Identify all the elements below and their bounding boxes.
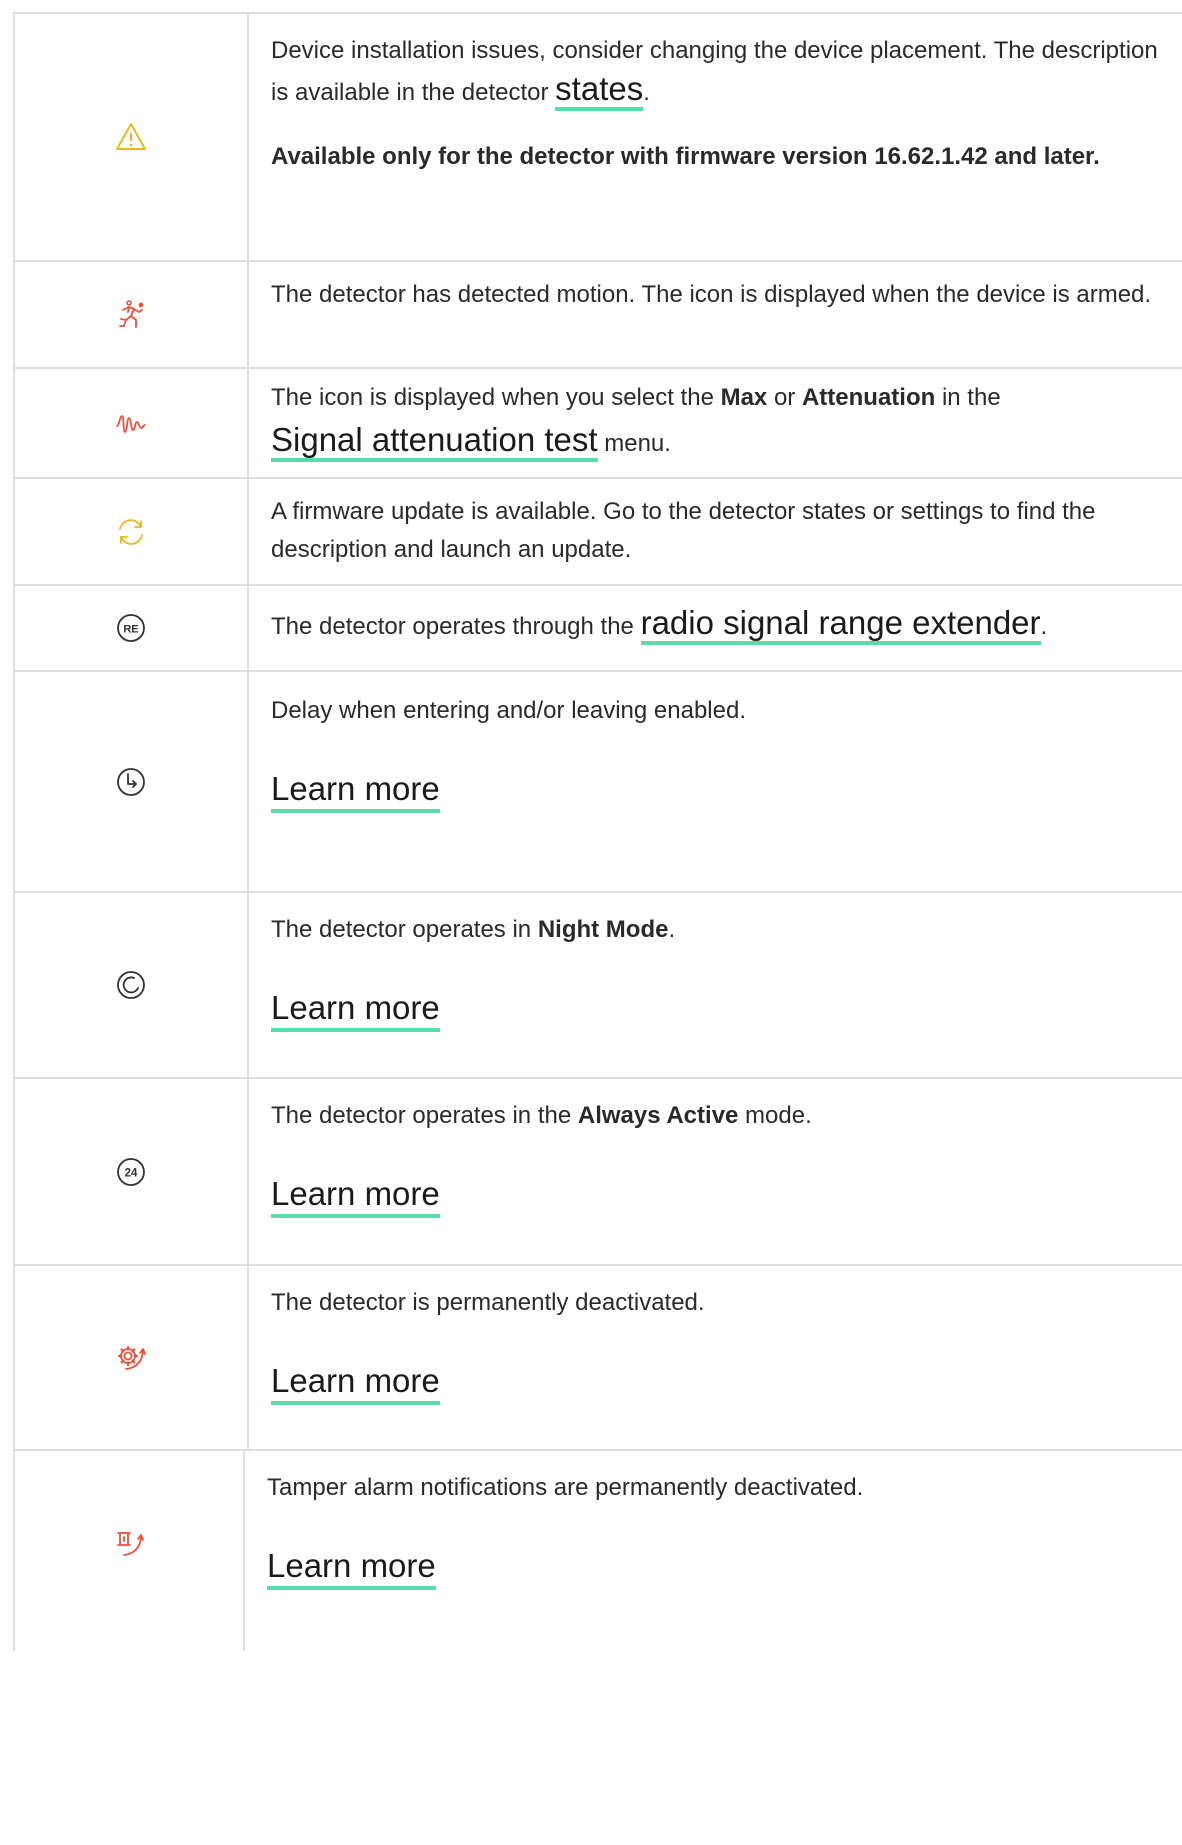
max-label: Max [720,384,768,411]
description: The detector operates in Night Mode. [271,911,1172,949]
description-cell: The detector is permanently deactivated.… [249,1266,1182,1449]
device-icons-table: Device installation issues, consider cha… [13,12,1182,1651]
table-row: Tamper alarm notifications are permanent… [13,1451,1182,1651]
range-extender-re-icon: RE [117,614,145,642]
icon-cell [13,262,249,367]
learn-more-link[interactable]: Learn more [271,989,440,1032]
description-text: The icon is displayed when you select th… [271,384,721,411]
range-extender-link[interactable]: radio signal range extender [640,604,1041,645]
learn-more-wrap: Learn more [271,1362,1172,1405]
icon-cell [13,479,249,584]
firmware-note: Available only for the detector with fir… [271,138,1172,176]
icon-cell: 24 [13,1079,249,1264]
description: A firmware update is available. Go to th… [271,498,1096,563]
tamper-deactivated-icon [117,1532,144,1556]
description-text: The detector operates in the [271,1102,578,1129]
permanently-deactivated-gear-icon [117,1345,146,1370]
description-cell: Delay when entering and/or leaving enabl… [249,672,1182,891]
states-link[interactable]: states [555,70,644,111]
always-active-label-text: Always Active [577,1102,739,1129]
description-cell: The icon is displayed when you select th… [249,369,1182,477]
description-cell: The detector has detected motion. The ic… [249,262,1182,367]
icon-cell [13,14,249,260]
description-text: Device installation issues, consider cha… [271,37,1158,106]
table-row: The detector operates in Night Mode. Lea… [13,893,1182,1079]
table-row: 24 The detector operates in the Always A… [13,1079,1182,1266]
warning-triangle-icon [116,123,146,150]
table-row: Delay when entering and/or leaving enabl… [13,672,1182,893]
description-cell: The detector operates through the radio … [249,586,1182,670]
night-mode-icon [117,971,145,999]
description-text: The detector operates in [271,916,538,943]
description: The detector is permanently deactivated. [271,1289,705,1316]
table-row: RE The detector operates through the rad… [13,586,1182,672]
re-label: RE [123,624,138,636]
description-text-end: . [1040,613,1048,640]
description-text-end: menu. [597,430,671,457]
description-text: The detector operates through the [271,613,641,640]
table-row: The icon is displayed when you select th… [13,369,1182,479]
description-cell: The detector operates in the Always Acti… [249,1079,1182,1264]
learn-more-link[interactable]: Learn more [267,1547,436,1590]
learn-more-link[interactable]: Learn more [271,1175,440,1218]
firmware-update-icon [119,518,143,545]
table-row: A firmware update is available. Go to th… [13,479,1182,586]
description: Delay when entering and/or leaving enabl… [271,697,746,724]
description-line-2: Signal attenuation test menu. [271,421,1172,463]
description-cell: The detector operates in Night Mode. Lea… [249,893,1182,1077]
signal-wave-icon [116,415,146,433]
description-cell: Tamper alarm notifications are permanent… [245,1451,1182,1651]
learn-more-wrap: Learn more [271,1175,1172,1218]
description-text-end: mode. [738,1102,812,1129]
always-active-label: 24 [125,1167,138,1179]
firmware-note-text: Available only for the detector with fir… [271,143,1100,170]
night-mode-label: Night Mode [537,916,669,943]
description-text-end: . [668,916,676,943]
icon-cell [13,1266,249,1449]
description: The icon is displayed when you select th… [271,379,1172,417]
description: The detector operates in the Always Acti… [271,1097,1172,1135]
learn-more-wrap: Learn more [271,989,1172,1032]
icon-cell: RE [13,586,249,670]
table-row: The detector has detected motion. The ic… [13,262,1182,369]
icon-cell [13,1451,245,1651]
learn-more-link[interactable]: Learn more [271,770,440,813]
learn-more-wrap: Learn more [271,770,1172,813]
description-text-end: . [643,79,650,106]
signal-attenuation-test-link[interactable]: Signal attenuation test [271,421,598,462]
delay-clock-icon [117,767,145,796]
description: Device installation issues, consider cha… [271,32,1172,112]
description-text: or [767,384,802,411]
description: Tamper alarm notifications are permanent… [267,1474,864,1501]
table-row: Device installation issues, consider cha… [13,12,1182,262]
description: The detector operates through the radio … [271,604,1172,646]
always-active-24-icon: 24 [117,1157,145,1186]
learn-more-link[interactable]: Learn more [271,1362,440,1405]
icon-cell [13,893,249,1077]
table-row: The detector is permanently deactivated.… [13,1266,1182,1451]
description-cell: Device installation issues, consider cha… [249,14,1182,260]
motion-running-person-icon [119,299,144,328]
icon-cell [13,369,249,477]
attenuation-label: Attenuation [801,384,936,411]
learn-more-wrap: Learn more [267,1547,1172,1590]
description-cell: A firmware update is available. Go to th… [249,479,1182,584]
icon-cell [13,672,249,891]
description: The detector has detected motion. The ic… [271,281,1152,308]
description-text: in the [935,384,1001,411]
